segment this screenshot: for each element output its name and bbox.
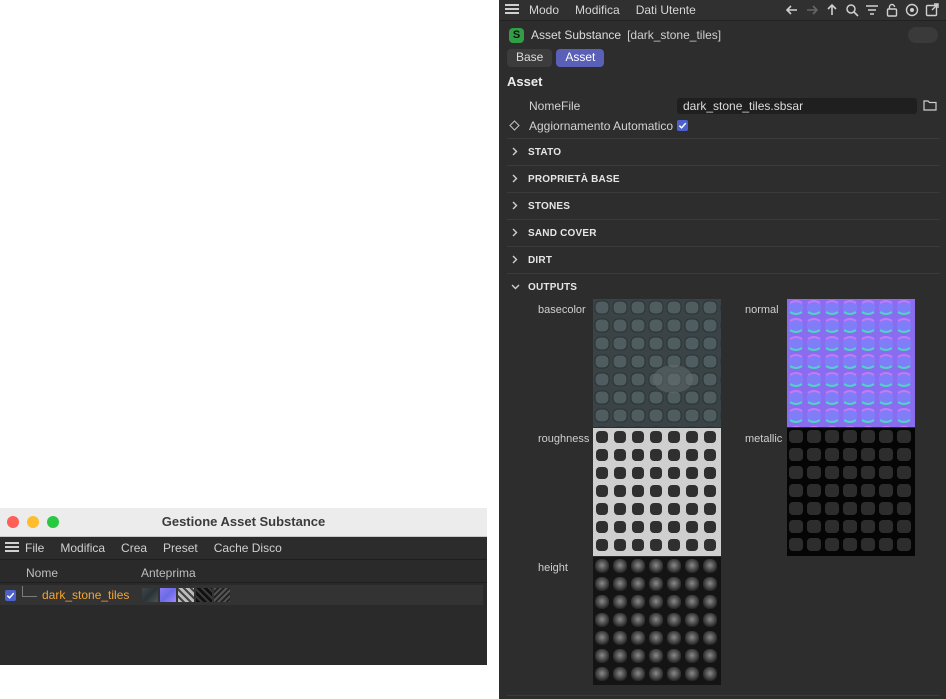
roughness-thumbnail bbox=[178, 588, 194, 602]
folder-icon[interactable] bbox=[923, 99, 937, 114]
lock-icon[interactable] bbox=[884, 2, 900, 18]
output-label-height: height bbox=[538, 562, 568, 574]
tab-asset[interactable]: Asset bbox=[556, 49, 605, 67]
filename-field[interactable]: dark_stone_tiles.sbsar bbox=[677, 98, 917, 114]
basecolor-thumbnail bbox=[142, 588, 158, 602]
substance-logo-icon: S bbox=[509, 27, 524, 43]
filter-icon[interactable] bbox=[864, 2, 880, 18]
window-title: Gestione Asset Substance bbox=[161, 514, 326, 529]
attribute-manager-panel: Modo Modifica Dati Utente S Asset Substa… bbox=[499, 0, 946, 699]
checkmark-icon bbox=[678, 122, 687, 129]
object-name: [dark_stone_tiles] bbox=[627, 28, 722, 42]
group-label: DIRT bbox=[528, 254, 553, 266]
group-stato[interactable]: STATO bbox=[507, 138, 940, 165]
section-title: Asset bbox=[507, 74, 543, 89]
asset-manager-window: Gestione Asset Substance File Modifica C… bbox=[0, 508, 487, 665]
target-icon[interactable] bbox=[904, 2, 920, 18]
filename-row: NomeFile dark_stone_tiles.sbsar bbox=[499, 96, 946, 116]
chevron-right-icon bbox=[511, 145, 523, 159]
output-label-roughness: roughness bbox=[538, 433, 590, 445]
column-header: Nome Anteprima bbox=[0, 560, 487, 583]
auto-update-row: Aggiornamento Automatico bbox=[499, 116, 946, 136]
metallic-thumbnail bbox=[196, 588, 212, 602]
arrow-up-icon[interactable] bbox=[824, 2, 840, 18]
asset-enabled-checkbox[interactable] bbox=[5, 589, 16, 601]
chevron-down-icon bbox=[511, 280, 523, 294]
panel-menubar: Modo Modifica Dati Utente bbox=[499, 0, 946, 21]
object-header: S Asset Substance [dark_stone_tiles] bbox=[499, 21, 946, 49]
group-label: STATO bbox=[528, 146, 562, 158]
group-outputs[interactable]: OUTPUTS bbox=[507, 273, 940, 300]
chevron-right-icon bbox=[511, 253, 523, 267]
group-sand-cover[interactable]: SAND COVER bbox=[507, 219, 940, 246]
arrow-left-icon[interactable] bbox=[784, 2, 800, 18]
object-preview-icon bbox=[908, 27, 938, 43]
tab-bar: Base Asset bbox=[499, 49, 946, 67]
tree-connector bbox=[22, 585, 37, 597]
group-label: OUTPUTS bbox=[528, 281, 578, 293]
group-label: PROPRIETÀ BASE bbox=[528, 173, 620, 185]
chevron-right-icon bbox=[511, 172, 523, 186]
chevron-right-icon bbox=[511, 199, 523, 213]
column-preview[interactable]: Anteprima bbox=[141, 566, 196, 580]
menu-file[interactable]: File bbox=[25, 541, 44, 555]
hamburger-menu-icon[interactable] bbox=[505, 3, 519, 18]
group-proprieta-base[interactable]: PROPRIETÀ BASE bbox=[507, 165, 940, 192]
divider bbox=[507, 695, 940, 696]
window-titlebar: Gestione Asset Substance bbox=[0, 508, 487, 537]
preview-thumbnails bbox=[142, 588, 230, 602]
checkmark-icon bbox=[6, 592, 15, 599]
metallic-map-image bbox=[787, 428, 915, 556]
manager-menubar: File Modifica Crea Preset Cache Disco bbox=[0, 537, 487, 560]
keyframe-diamond-icon[interactable] bbox=[509, 120, 520, 134]
menu-dati-utente[interactable]: Dati Utente bbox=[636, 3, 696, 17]
new-window-icon[interactable] bbox=[924, 2, 940, 18]
auto-update-label: Aggiornamento Automatico bbox=[529, 119, 674, 133]
menu-preset[interactable]: Preset bbox=[163, 541, 198, 555]
filename-label: NomeFile bbox=[529, 99, 581, 113]
object-type: Asset Substance bbox=[531, 28, 622, 42]
chevron-right-icon bbox=[511, 226, 523, 240]
output-label-basecolor: basecolor bbox=[538, 304, 586, 316]
menu-modo[interactable]: Modo bbox=[529, 3, 559, 17]
arrow-right-icon[interactable] bbox=[804, 2, 820, 18]
output-label-normal: normal bbox=[745, 304, 779, 316]
group-label: STONES bbox=[528, 200, 571, 212]
group-stones[interactable]: STONES bbox=[507, 192, 940, 219]
group-label: SAND COVER bbox=[528, 227, 597, 239]
height-thumbnail bbox=[214, 588, 230, 602]
menu-modifica[interactable]: Modifica bbox=[575, 3, 620, 17]
menu-crea[interactable]: Crea bbox=[121, 541, 147, 555]
menu-modifica[interactable]: Modifica bbox=[60, 541, 105, 555]
basecolor-map-image bbox=[593, 299, 721, 427]
hamburger-menu-icon[interactable] bbox=[5, 541, 19, 556]
menu-cache-disco[interactable]: Cache Disco bbox=[214, 541, 282, 555]
group-dirt[interactable]: DIRT bbox=[507, 246, 940, 273]
search-icon[interactable] bbox=[844, 2, 860, 18]
output-label-metallic: metallic bbox=[745, 433, 783, 445]
auto-update-checkbox[interactable] bbox=[677, 120, 688, 131]
normal-map-image bbox=[787, 299, 915, 427]
roughness-map-image bbox=[593, 428, 721, 556]
normal-thumbnail bbox=[160, 588, 176, 602]
asset-row[interactable]: dark_stone_tiles bbox=[0, 585, 483, 605]
asset-name[interactable]: dark_stone_tiles bbox=[42, 588, 142, 602]
tab-base[interactable]: Base bbox=[507, 49, 553, 67]
column-name[interactable]: Nome bbox=[26, 566, 141, 580]
height-map-image bbox=[593, 557, 721, 685]
